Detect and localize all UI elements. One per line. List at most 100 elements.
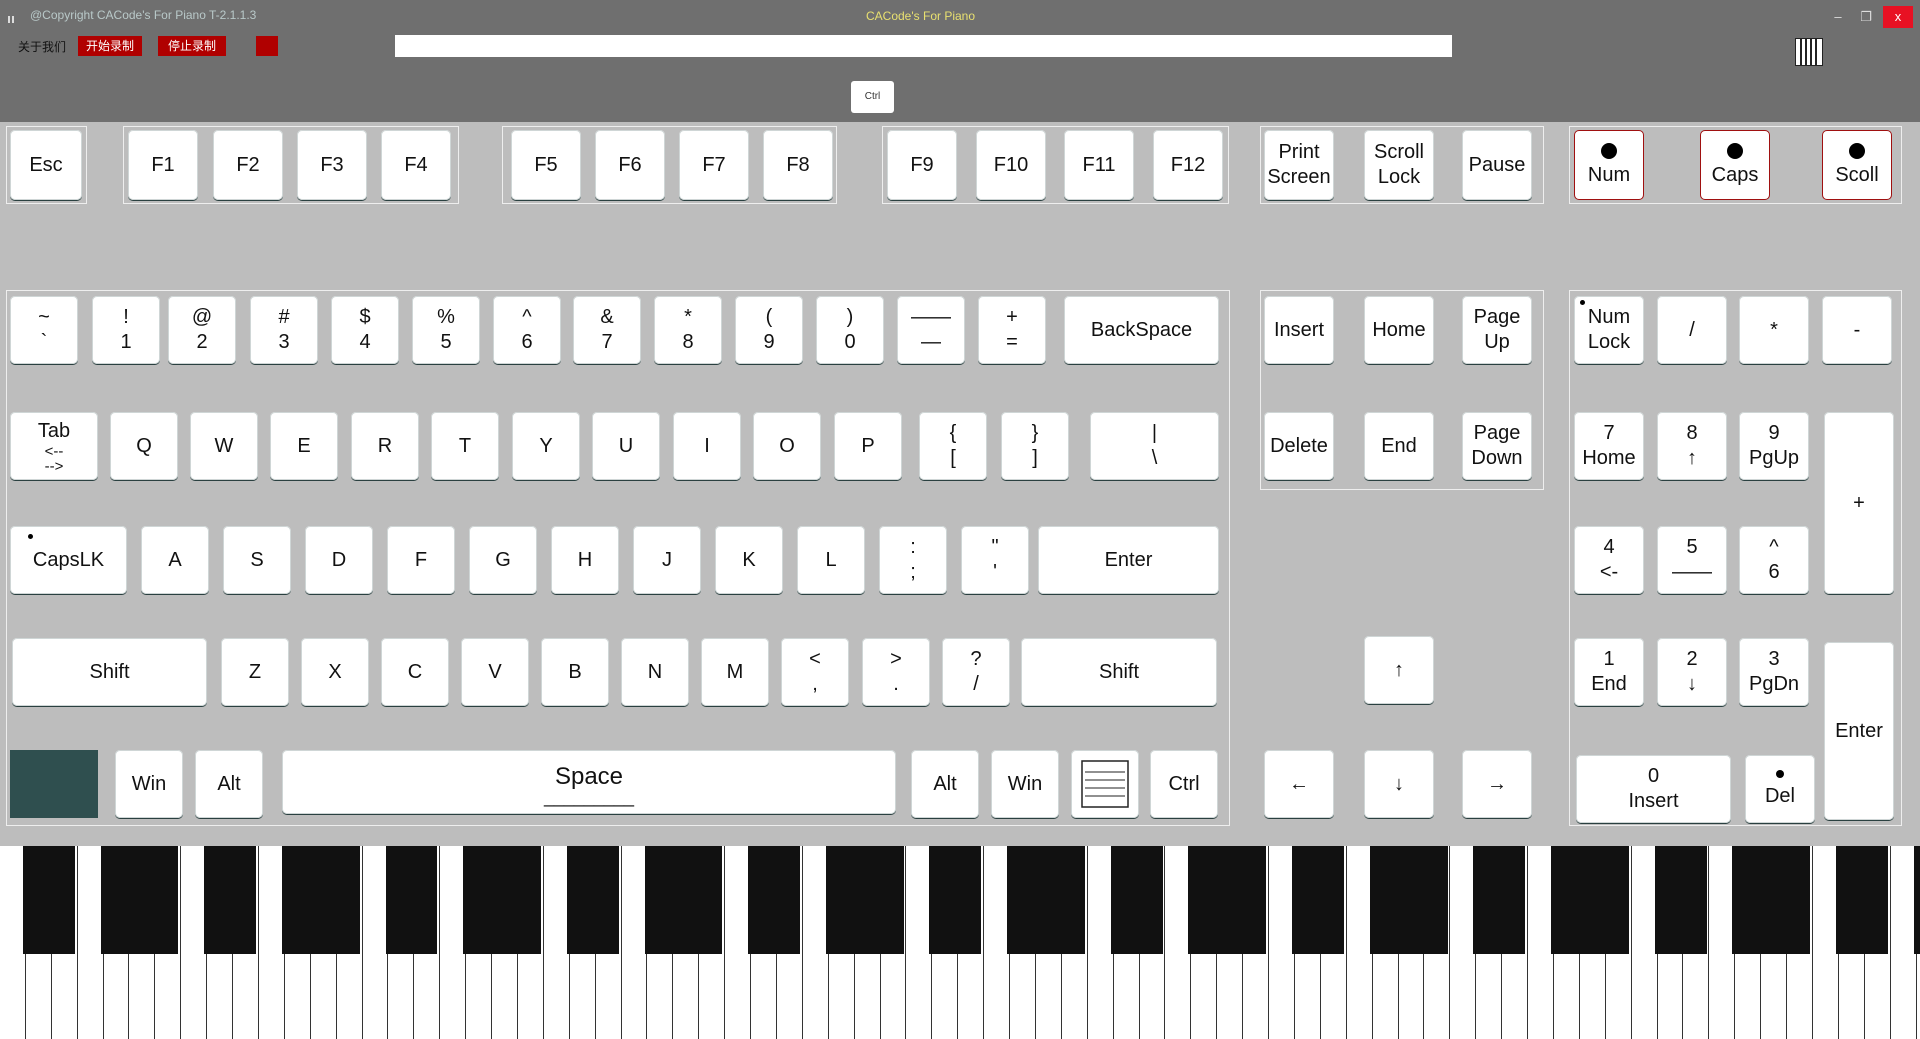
piano-black-key[interactable] — [1499, 846, 1526, 954]
key-home[interactable]: Home — [1364, 296, 1434, 364]
key-f4[interactable]: F4 — [381, 130, 451, 200]
piano-black-key[interactable] — [774, 846, 800, 954]
key-3[interactable]: #3 — [250, 296, 318, 364]
key-num-5[interactable]: 5 —— — [1657, 526, 1727, 594]
key-l[interactable]: L — [797, 526, 865, 594]
key-quote[interactable]: " ' — [961, 526, 1029, 594]
key-pause[interactable]: Pause — [1462, 130, 1532, 200]
piano-black-key[interactable] — [1110, 846, 1137, 954]
piano-black-key[interactable] — [696, 846, 723, 954]
key-num-6[interactable]: ^ 6 — [1739, 526, 1809, 594]
key-right-win[interactable]: Win — [991, 750, 1059, 818]
key-num-minus[interactable]: - — [1822, 296, 1892, 364]
key-semicolon[interactable]: :; — [879, 526, 947, 594]
key-f11[interactable]: F11 — [1064, 130, 1134, 200]
piano-black-key[interactable] — [152, 846, 179, 954]
key-period[interactable]: >. — [862, 638, 930, 706]
key-minus[interactable]: —— — — [897, 296, 965, 364]
key-y[interactable]: Y — [512, 412, 580, 480]
piano-black-key[interactable] — [851, 846, 878, 954]
start-record-button[interactable]: 开始录制 — [78, 36, 142, 56]
piano-black-key[interactable] — [463, 846, 490, 954]
key-r[interactable]: R — [351, 412, 419, 480]
key-delete[interactable]: Delete — [1264, 412, 1334, 480]
key-f12[interactable]: F12 — [1153, 130, 1223, 200]
key-enter[interactable]: Enter — [1038, 526, 1219, 594]
piano-black-key[interactable] — [1214, 846, 1241, 954]
about-us-link[interactable]: 关于我们 — [18, 38, 66, 55]
key-num-del[interactable]: Del — [1745, 755, 1815, 823]
key-backspace[interactable]: BackSpace — [1064, 296, 1219, 364]
piano-black-key[interactable] — [1835, 846, 1862, 954]
key-s[interactable]: S — [223, 526, 291, 594]
piano-black-key[interactable] — [204, 846, 231, 954]
key-arrow-left[interactable]: ← — [1264, 750, 1334, 818]
piano-black-key[interactable] — [592, 846, 619, 954]
piano-black-key[interactable] — [825, 846, 852, 954]
piano-black-key[interactable] — [1913, 846, 1920, 954]
key-equals[interactable]: + = — [978, 296, 1046, 364]
piano-black-key[interactable] — [1576, 846, 1603, 954]
piano-black-key[interactable] — [1033, 846, 1059, 954]
piano-black-key[interactable] — [644, 846, 671, 954]
key-arrow-right[interactable]: → — [1462, 750, 1532, 818]
key-k[interactable]: K — [715, 526, 783, 594]
key-num-7[interactable]: 7 Home — [1574, 412, 1644, 480]
piano-black-key[interactable] — [1758, 846, 1785, 954]
key-n[interactable]: N — [621, 638, 689, 706]
key-h[interactable]: H — [551, 526, 619, 594]
key-insert[interactable]: Insert — [1264, 296, 1334, 364]
piano-black-key[interactable] — [126, 846, 153, 954]
piano-black-key[interactable] — [670, 846, 697, 954]
key-f2[interactable]: F2 — [213, 130, 283, 200]
key-f3[interactable]: F3 — [297, 130, 367, 200]
piano-black-key[interactable] — [566, 846, 593, 954]
piano-black-key[interactable] — [1292, 846, 1318, 954]
piano-black-key[interactable] — [1732, 846, 1759, 954]
key-f8[interactable]: F8 — [763, 130, 833, 200]
key-t[interactable]: T — [431, 412, 499, 480]
piano-black-key[interactable] — [748, 846, 775, 954]
key-z[interactable]: Z — [221, 638, 289, 706]
piano-black-key[interactable] — [1784, 846, 1811, 954]
key-j[interactable]: J — [633, 526, 701, 594]
key-page-up[interactable]: Page Up — [1462, 296, 1532, 364]
piano-black-key[interactable] — [1473, 846, 1500, 954]
app-menu-icon[interactable] — [8, 10, 18, 23]
piano-black-key[interactable] — [1861, 846, 1888, 954]
key-num-8[interactable]: 8 ↑ — [1657, 412, 1727, 480]
key-f9[interactable]: F9 — [887, 130, 957, 200]
piano-black-key[interactable] — [1421, 846, 1448, 954]
key-u[interactable]: U — [592, 412, 660, 480]
key-c[interactable]: C — [381, 638, 449, 706]
key-num-0[interactable]: 0 Insert — [1576, 755, 1731, 823]
key-left-shift[interactable]: Shift — [12, 638, 207, 706]
piano-black-key[interactable] — [1007, 846, 1034, 954]
key-arrow-down[interactable]: ↓ — [1364, 750, 1434, 818]
key-m[interactable]: M — [701, 638, 769, 706]
key-page-down[interactable]: Page Down — [1462, 412, 1532, 480]
key-num-plus[interactable]: + — [1824, 412, 1894, 594]
key-4[interactable]: $4 — [331, 296, 399, 364]
key-num-enter[interactable]: Enter — [1824, 642, 1894, 820]
key-capslock[interactable]: CapsLK — [10, 526, 127, 594]
key-a[interactable]: A — [141, 526, 209, 594]
piano-black-key[interactable] — [1317, 846, 1344, 954]
key-esc[interactable]: Esc — [10, 130, 82, 200]
key-0[interactable]: ) 0 — [816, 296, 884, 364]
key-1[interactable]: ! 1 — [92, 296, 160, 364]
piano-black-key[interactable] — [281, 846, 308, 954]
key-5[interactable]: % 5 — [412, 296, 480, 364]
key-g[interactable]: G — [469, 526, 537, 594]
piano-black-key[interactable] — [929, 846, 956, 954]
piano-black-key[interactable] — [307, 846, 334, 954]
piano-black-key[interactable] — [1654, 846, 1681, 954]
key-9[interactable]: (9 — [735, 296, 803, 364]
key-tilde[interactable]: ~ ` — [10, 296, 78, 364]
key-num-1[interactable]: 1 End — [1574, 638, 1644, 706]
key-f10[interactable]: F10 — [976, 130, 1046, 200]
piano-black-key[interactable] — [385, 846, 412, 954]
key-right-shift[interactable]: Shift — [1021, 638, 1217, 706]
piano-black-key[interactable] — [1136, 846, 1163, 954]
maximize-button[interactable]: ❐ — [1854, 6, 1878, 28]
